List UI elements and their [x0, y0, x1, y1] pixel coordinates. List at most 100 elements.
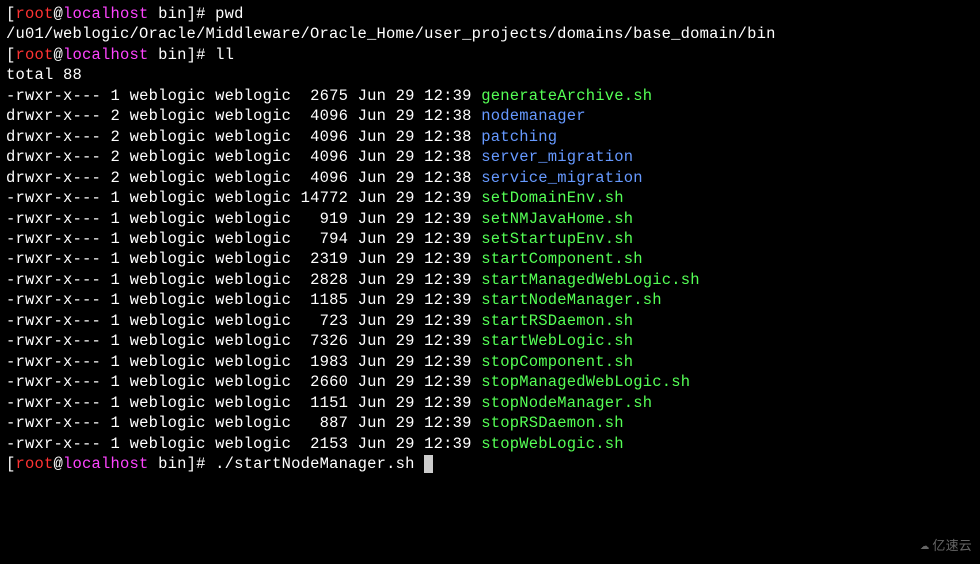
- file-group: weblogic: [215, 107, 291, 125]
- command-startnm: ./startNodeManager.sh: [215, 455, 424, 473]
- file-size: 2675: [301, 87, 349, 105]
- file-links: 1: [111, 435, 121, 453]
- file-name: server_migration: [481, 148, 633, 166]
- file-links: 1: [111, 353, 121, 371]
- file-size: 2828: [301, 271, 349, 289]
- listing-row: -rwxr-x--- 1 weblogic weblogic 2828 Jun …: [6, 270, 974, 290]
- file-links: 2: [111, 107, 121, 125]
- file-owner: weblogic: [130, 271, 206, 289]
- file-owner: weblogic: [130, 353, 206, 371]
- file-perms: -rwxr-x---: [6, 312, 101, 330]
- file-group: weblogic: [215, 128, 291, 146]
- prompt-at: @: [54, 46, 64, 64]
- listing-row: drwxr-x--- 2 weblogic weblogic 4096 Jun …: [6, 127, 974, 147]
- file-date: Jun 29 12:39: [358, 435, 472, 453]
- file-size: 2660: [301, 373, 349, 391]
- file-group: weblogic: [215, 332, 291, 350]
- file-name: generateArchive.sh: [481, 87, 652, 105]
- command-ll: ll: [215, 46, 234, 64]
- file-group: weblogic: [215, 271, 291, 289]
- file-links: 2: [111, 148, 121, 166]
- file-date: Jun 29 12:39: [358, 312, 472, 330]
- file-perms: -rwxr-x---: [6, 332, 101, 350]
- file-size: 887: [301, 414, 349, 432]
- file-links: 1: [111, 332, 121, 350]
- file-group: weblogic: [215, 250, 291, 268]
- prompt-open-bracket: [: [6, 455, 16, 473]
- prompt-host: localhost: [63, 5, 149, 23]
- file-name: stopWebLogic.sh: [481, 435, 624, 453]
- file-date: Jun 29 12:38: [358, 128, 472, 146]
- file-owner: weblogic: [130, 128, 206, 146]
- file-owner: weblogic: [130, 414, 206, 432]
- file-owner: weblogic: [130, 332, 206, 350]
- file-date: Jun 29 12:39: [358, 210, 472, 228]
- terminal-line: [root@localhost bin]# pwd: [6, 4, 974, 24]
- file-size: 2153: [301, 435, 349, 453]
- prompt-close-bracket: ]: [187, 5, 197, 23]
- file-perms: -rwxr-x---: [6, 435, 101, 453]
- file-links: 1: [111, 87, 121, 105]
- terminal-line: [root@localhost bin]# ./startNodeManager…: [6, 454, 974, 474]
- cloud-icon: ☁: [920, 536, 929, 556]
- file-date: Jun 29 12:39: [358, 414, 472, 432]
- prompt-dir: bin: [149, 455, 187, 473]
- prompt-open-bracket: [: [6, 5, 16, 23]
- file-perms: -rwxr-x---: [6, 250, 101, 268]
- file-links: 1: [111, 230, 121, 248]
- file-owner: weblogic: [130, 435, 206, 453]
- prompt-hash: #: [196, 46, 215, 64]
- file-name: setDomainEnv.sh: [481, 189, 624, 207]
- file-owner: weblogic: [130, 250, 206, 268]
- listing-row: -rwxr-x--- 1 weblogic weblogic 14772 Jun…: [6, 188, 974, 208]
- file-name: startComponent.sh: [481, 250, 643, 268]
- listing-row: -rwxr-x--- 1 weblogic weblogic 887 Jun 2…: [6, 413, 974, 433]
- listing-row: -rwxr-x--- 1 weblogic weblogic 2153 Jun …: [6, 434, 974, 454]
- file-date: Jun 29 12:39: [358, 291, 472, 309]
- file-size: 794: [301, 230, 349, 248]
- file-date: Jun 29 12:39: [358, 87, 472, 105]
- file-perms: -rwxr-x---: [6, 87, 101, 105]
- file-size: 14772: [301, 189, 349, 207]
- listing-row: -rwxr-x--- 1 weblogic weblogic 7326 Jun …: [6, 331, 974, 351]
- prompt-close-bracket: ]: [187, 46, 197, 64]
- file-name: stopManagedWebLogic.sh: [481, 373, 690, 391]
- file-size: 4096: [301, 107, 349, 125]
- file-size: 919: [301, 210, 349, 228]
- file-perms: -rwxr-x---: [6, 210, 101, 228]
- file-date: Jun 29 12:38: [358, 107, 472, 125]
- file-date: Jun 29 12:39: [358, 250, 472, 268]
- prompt-hash: #: [196, 455, 215, 473]
- file-group: weblogic: [215, 435, 291, 453]
- file-name: startManagedWebLogic.sh: [481, 271, 700, 289]
- listing-row: drwxr-x--- 2 weblogic weblogic 4096 Jun …: [6, 106, 974, 126]
- file-name: nodemanager: [481, 107, 586, 125]
- file-size: 4096: [301, 148, 349, 166]
- terminal-output[interactable]: [root@localhost bin]# pwd/u01/weblogic/O…: [6, 4, 974, 474]
- listing-row: -rwxr-x--- 1 weblogic weblogic 723 Jun 2…: [6, 311, 974, 331]
- file-group: weblogic: [215, 189, 291, 207]
- file-links: 2: [111, 169, 121, 187]
- file-perms: drwxr-x---: [6, 107, 101, 125]
- file-group: weblogic: [215, 87, 291, 105]
- cursor[interactable]: [424, 455, 433, 473]
- file-name: setStartupEnv.sh: [481, 230, 633, 248]
- prompt-close-bracket: ]: [187, 455, 197, 473]
- prompt-dir: bin: [149, 46, 187, 64]
- file-group: weblogic: [215, 291, 291, 309]
- file-links: 1: [111, 291, 121, 309]
- file-perms: -rwxr-x---: [6, 189, 101, 207]
- file-links: 1: [111, 394, 121, 412]
- file-owner: weblogic: [130, 107, 206, 125]
- file-group: weblogic: [215, 169, 291, 187]
- file-group: weblogic: [215, 394, 291, 412]
- file-group: weblogic: [215, 210, 291, 228]
- file-name: stopComponent.sh: [481, 353, 633, 371]
- prompt-user: root: [16, 5, 54, 23]
- listing-row: drwxr-x--- 2 weblogic weblogic 4096 Jun …: [6, 168, 974, 188]
- terminal-line: [root@localhost bin]# ll: [6, 45, 974, 65]
- file-group: weblogic: [215, 230, 291, 248]
- file-name: startRSDaemon.sh: [481, 312, 633, 330]
- file-perms: drwxr-x---: [6, 169, 101, 187]
- file-owner: weblogic: [130, 189, 206, 207]
